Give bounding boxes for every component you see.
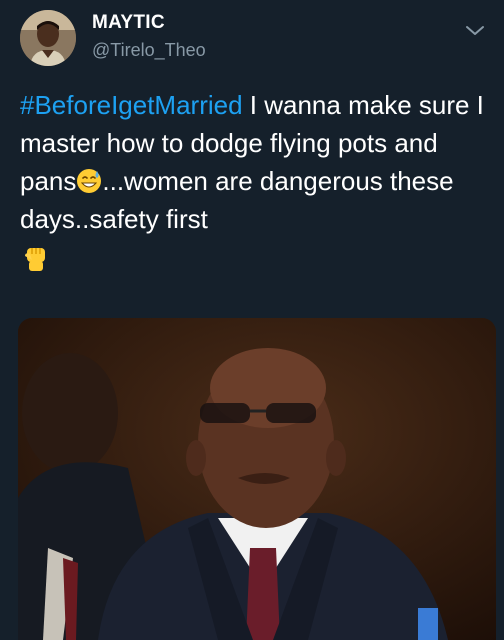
raised-fist-icon — [25, 248, 45, 271]
tweet-media-photo[interactable] — [18, 318, 496, 640]
person-avatar-icon — [20, 10, 76, 66]
author-display-name[interactable]: MAYTIC — [92, 12, 165, 34]
chevron-down-icon[interactable] — [464, 24, 486, 38]
photo-image — [18, 318, 496, 640]
author-avatar[interactable] — [20, 10, 76, 66]
grinning-face-with-sweat-icon — [77, 169, 102, 193]
tweet-card: MAYTIC @Tirelo_Theo #BeforeIgetMarried I… — [0, 0, 504, 640]
tweet-text: #BeforeIgetMarried I wanna make sure I m… — [20, 86, 490, 274]
hashtag-link[interactable]: #BeforeIgetMarried — [20, 90, 243, 120]
author-handle[interactable]: @Tirelo_Theo — [92, 40, 206, 61]
